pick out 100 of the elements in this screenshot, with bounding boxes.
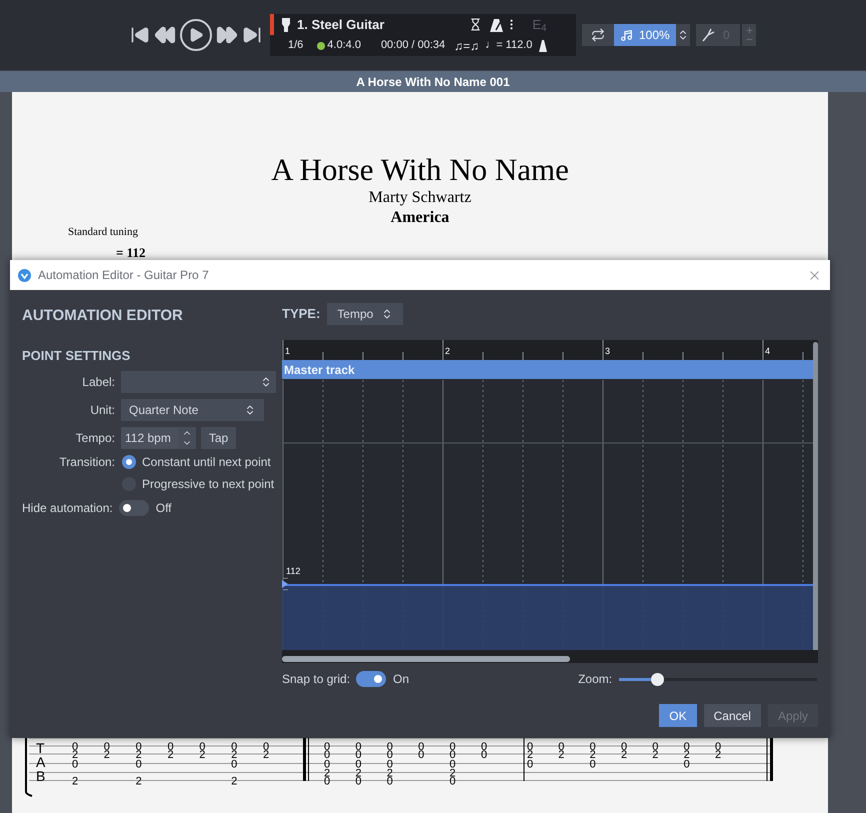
song-artist: America <box>390 208 450 228</box>
up-down-icon <box>260 376 272 388</box>
toggle-switch[interactable] <box>118 500 149 516</box>
snap-label: Snap to grid: <box>282 671 350 688</box>
repeat-bar-line <box>303 736 309 781</box>
tab-clef-letter: A <box>36 754 46 770</box>
field-label: Unit: <box>89 402 115 419</box>
fret-number: 2 <box>262 749 270 761</box>
fret-number: 0 <box>136 758 142 770</box>
section-heading: POINT SETTINGS <box>22 346 132 364</box>
fret-number: 2 <box>558 749 564 761</box>
swing-label: ♫=♫ <box>454 38 480 54</box>
staff-bracket <box>25 736 32 797</box>
toggle-state: Off <box>156 500 172 517</box>
tuning-label: Standard tuning <box>68 225 139 240</box>
automation-graph[interactable]: 1 2 3 4 Master track 112 <box>282 340 818 663</box>
ruler-label: 1 <box>285 345 290 358</box>
fret-number: 2 <box>231 749 238 761</box>
editor-heading: AUTOMATION EDITOR <box>22 306 184 326</box>
metronome-icon[interactable] <box>490 18 504 32</box>
skip-forward-icon[interactable] <box>242 25 262 45</box>
fret-number: 0 <box>480 749 488 761</box>
fret-number: 2 <box>72 749 78 761</box>
horizontal-scrollbar[interactable] <box>282 656 570 662</box>
point-value: 112 <box>286 565 300 578</box>
tempo-stepper[interactable] <box>178 427 196 449</box>
ruler-label: 4 <box>765 345 770 358</box>
loop-button[interactable] <box>582 24 614 46</box>
time-signature: 4.0:4.0 <box>327 38 361 54</box>
type-label: TYPE: <box>282 305 320 324</box>
rewind-icon[interactable] <box>154 24 176 46</box>
tempo-field[interactable]: 112 bpm <box>121 427 178 449</box>
fret-number: 0 <box>526 758 534 770</box>
skip-back-icon[interactable] <box>130 25 150 45</box>
fret-number: 0 <box>355 776 362 788</box>
fret-number: 0 <box>684 758 690 770</box>
bar-counter: 1/6 <box>288 38 304 54</box>
metronome-icon[interactable] <box>539 40 548 52</box>
document-tab[interactable]: A Horse With No Name 001 <box>0 70 866 92</box>
tempo-label: ♩= 112.0 <box>485 38 532 54</box>
dialog-button[interactable]: OK <box>659 704 697 727</box>
fret-number: 0 <box>450 749 456 761</box>
field-label: Label: <box>81 374 115 391</box>
fret-number: 0 <box>355 749 362 761</box>
fret-number: 0 <box>386 776 393 788</box>
zoom-label: Zoom: <box>578 671 612 688</box>
point-handle-icon[interactable] <box>282 578 290 590</box>
plus-icon <box>744 26 754 35</box>
fast-forward-icon[interactable] <box>216 24 238 46</box>
fret-number: 0 <box>386 749 393 761</box>
ruler-label: 3 <box>605 345 610 358</box>
speed-stepper[interactable] <box>676 24 690 46</box>
radio-label[interactable]: Constant until next point <box>142 453 271 471</box>
fret-number: 0 <box>590 758 596 770</box>
fret-number: 2 <box>684 749 690 761</box>
toggle-switch[interactable] <box>356 671 386 687</box>
guitar-icon <box>280 16 292 32</box>
dialog-button[interactable]: Cancel <box>704 704 761 727</box>
track-name[interactable]: 1. Steel Guitar <box>297 14 384 34</box>
tab-clef-letter: T <box>36 740 45 756</box>
loop-icon <box>591 28 605 42</box>
fret-number: 2 <box>136 776 142 788</box>
fret-number: 2 <box>72 776 78 788</box>
hourglass-icon[interactable] <box>469 18 482 31</box>
tuning-fork-icon <box>701 28 715 42</box>
speed-button[interactable]: 100% <box>614 24 676 46</box>
note-icon <box>620 28 633 42</box>
zoom-thumb[interactable] <box>650 672 664 686</box>
ruler-label: 2 <box>445 345 450 358</box>
play-button[interactable] <box>180 19 212 51</box>
fret-number: 2 <box>620 749 628 761</box>
field-label: Tempo: <box>74 430 115 447</box>
fret-number: 2 <box>714 749 722 761</box>
fret-number: 0 <box>324 776 330 788</box>
app-icon <box>18 268 31 282</box>
radio-label[interactable]: Progressive to next point <box>142 475 274 493</box>
fret-number: 0 <box>418 749 424 761</box>
unit-select[interactable]: Quarter Note <box>121 399 264 421</box>
fret-number: 0 <box>450 776 456 788</box>
song-title: A Horse With No Name <box>271 152 569 188</box>
fret-number: 0 <box>324 749 330 761</box>
song-subtitle: Marty Schwartz <box>368 188 472 208</box>
field-label: Transition: <box>58 454 115 471</box>
type-select[interactable]: Tempo <box>327 303 404 325</box>
up-down-icon <box>677 29 689 41</box>
field-label: Hide automation: <box>22 500 113 517</box>
zoom-slider[interactable] <box>619 672 818 686</box>
fret-number: 2 <box>104 749 110 761</box>
tab-clef-letter: B <box>36 768 46 784</box>
radio-button[interactable] <box>122 455 136 469</box>
tap-button[interactable]: Tap <box>201 427 236 449</box>
dialog-title: Automation Editor - Guitar Pro 7 <box>38 267 209 284</box>
end-bar-line <box>766 736 773 782</box>
fret-number: 2 <box>199 749 206 761</box>
time-display: 00:00 / 00:34 <box>380 38 446 54</box>
fret-number: 2 <box>652 749 658 761</box>
fret-number: 0 <box>72 758 78 770</box>
toggle-state: On <box>393 671 410 688</box>
fret-number: 2 <box>526 749 534 761</box>
fret-number: 2 <box>590 749 596 761</box>
